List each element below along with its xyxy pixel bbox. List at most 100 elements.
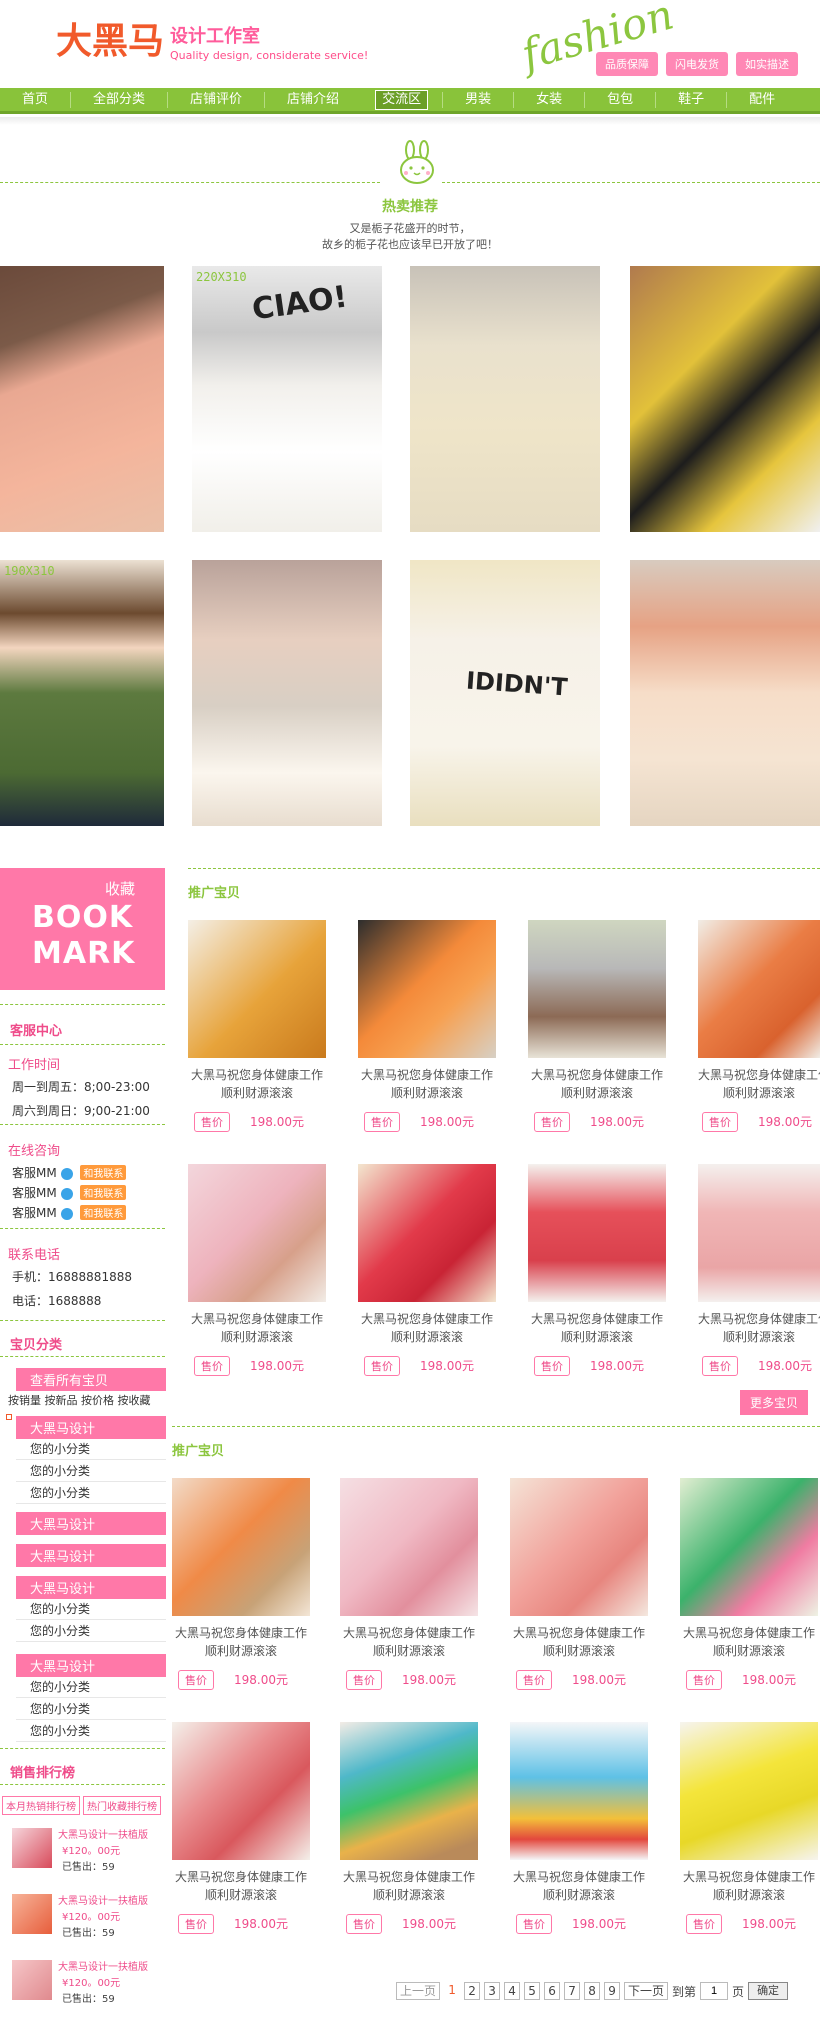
divider <box>0 1784 165 1785</box>
next-page-button[interactable]: 下一页 <box>624 1982 669 2000</box>
rabbit-icon <box>400 140 434 184</box>
product-image[interactable] <box>528 1164 666 1302</box>
service-title: 客服中心 <box>10 1024 63 1039</box>
bookmark-banner[interactable]: 收藏 BOOK MARK <box>0 868 165 990</box>
price-label: 售价 <box>364 1112 400 1132</box>
rank-item[interactable]: 大黑马设计一扶植版 ¥120。00元 已售出：59 <box>8 1892 168 1948</box>
section-title: 推广宝贝 <box>188 886 241 901</box>
more-items-button[interactable]: 更多宝贝 <box>740 1390 809 1415</box>
contact-button[interactable]: 和我联系 <box>80 1205 127 1220</box>
price-value: 198.00元 <box>250 1115 304 1129</box>
nav-about[interactable]: 店铺介绍 <box>265 92 361 108</box>
page-1[interactable]: 1 <box>444 1982 461 2000</box>
nav-reviews[interactable]: 店铺评价 <box>168 91 266 108</box>
page-9[interactable]: 9 <box>604 1982 621 2000</box>
sub-category[interactable]: 您的小分类 <box>16 1720 166 1742</box>
hot-photo[interactable] <box>630 266 820 532</box>
product-image[interactable] <box>340 1722 478 1860</box>
page-number-input[interactable] <box>700 1982 729 2000</box>
product-desc: 大黑马祝您身体健康工作 顺利财源滚滚 <box>174 1870 307 1902</box>
hot-photo[interactable] <box>410 266 600 532</box>
page-3[interactable]: 3 <box>484 1982 501 2000</box>
product-image[interactable] <box>510 1478 648 1616</box>
nav-accessories[interactable]: 配件 <box>727 92 797 108</box>
prev-page-button[interactable]: 上一页 <box>396 1982 441 2000</box>
page-5[interactable]: 5 <box>524 1982 541 2000</box>
category-button[interactable]: 大黑马设计 <box>16 1654 166 1677</box>
product-image[interactable] <box>172 1478 310 1616</box>
contact-button[interactable]: 和我联系 <box>80 1185 127 1200</box>
sub-category[interactable]: 您的小分类 <box>16 1460 166 1482</box>
product-image[interactable] <box>340 1478 478 1616</box>
shop-logo[interactable]: 大黑马 设计工作室 Quality design, considerate se… <box>56 24 368 63</box>
divider <box>0 1124 165 1125</box>
go-button[interactable]: 确定 <box>748 1982 789 2000</box>
page-2[interactable]: 2 <box>464 1982 481 2000</box>
price-label: 售价 <box>178 1670 214 1690</box>
badge-accurate[interactable]: 如实描述 <box>736 52 798 76</box>
page-4[interactable]: 4 <box>504 1982 521 2000</box>
sub-category[interactable]: 您的小分类 <box>16 1620 166 1642</box>
sub-category[interactable]: 您的小分类 <box>16 1676 166 1698</box>
page-8[interactable]: 8 <box>584 1982 601 2000</box>
rank-tab-favorites[interactable]: 热门收藏排行榜 <box>83 1796 161 1815</box>
product-image[interactable] <box>528 920 666 1058</box>
nav-men[interactable]: 男装 <box>442 91 515 108</box>
cs-row: 客服MM 和我联系 <box>12 1204 127 1221</box>
pagination: 上一页 1 2 3 4 5 6 7 8 9 下一页 到第 页 确定 <box>396 1982 789 2000</box>
rank-item[interactable]: 大黑马设计一扶植版 ¥120。00元 已售出：59 <box>8 1958 168 2014</box>
category-button[interactable]: 大黑马设计 <box>16 1416 166 1439</box>
product-image[interactable] <box>680 1478 818 1616</box>
page-7[interactable]: 7 <box>564 1982 581 2000</box>
product-image[interactable] <box>188 1164 326 1302</box>
hot-photo[interactable]: 190X310 <box>0 560 164 826</box>
hot-photo[interactable]: IDIDN'T <box>410 560 600 826</box>
bookmark-small-text: 收藏 <box>104 880 135 898</box>
nav-bags[interactable]: 包包 <box>585 91 657 108</box>
rank-item[interactable]: 大黑马设计一扶植版 ¥120。00元 已售出：59 <box>8 1826 168 1882</box>
all-items-button[interactable]: 查看所有宝贝 <box>16 1368 166 1391</box>
hot-photo[interactable] <box>192 560 382 826</box>
hot-subtitle-1: 又是栀子花盛开的时节， <box>349 222 471 235</box>
product-image[interactable] <box>358 1164 496 1302</box>
sort-links[interactable]: 按销量 按新品 按价格 按收藏 <box>8 1392 151 1408</box>
hot-photo[interactable] <box>0 266 164 532</box>
sub-category[interactable]: 您的小分类 <box>16 1438 166 1460</box>
product-image[interactable] <box>680 1722 818 1860</box>
divider <box>0 1004 165 1005</box>
sub-category[interactable]: 您的小分类 <box>16 1598 166 1620</box>
badge-fast-shipping[interactable]: 闪电发货 <box>666 52 728 76</box>
product-image[interactable] <box>510 1722 648 1860</box>
divider <box>0 1044 165 1045</box>
category-button[interactable]: 大黑马设计 <box>16 1576 166 1599</box>
price-label: 售价 <box>516 1670 552 1690</box>
hot-photo[interactable]: 220X310 CIAO! <box>192 266 382 532</box>
rank-tab-monthly[interactable]: 本月热销排行榜 <box>2 1796 80 1815</box>
divider <box>0 1356 165 1357</box>
hot-photo[interactable] <box>630 560 820 826</box>
sub-category[interactable]: 您的小分类 <box>16 1698 166 1720</box>
nav-all-categories[interactable]: 全部分类 <box>71 91 169 108</box>
nav-shoes[interactable]: 鞋子 <box>656 91 728 108</box>
price-value: 198.00元 <box>420 1359 474 1373</box>
nav-forum[interactable]: 交流区 <box>375 89 429 110</box>
product-desc: 大黑马祝您身体健康工作 顺利财源滚滚 <box>190 1312 323 1344</box>
contact-button[interactable]: 和我联系 <box>80 1165 127 1180</box>
product-image[interactable] <box>188 920 326 1058</box>
divider <box>0 1748 165 1749</box>
sub-category[interactable]: 您的小分类 <box>16 1482 166 1504</box>
product-image[interactable] <box>698 920 820 1058</box>
product-image[interactable] <box>358 920 496 1058</box>
product-image[interactable] <box>172 1722 310 1860</box>
page-6[interactable]: 6 <box>544 1982 561 2000</box>
category-button[interactable]: 大黑马设计 <box>16 1544 166 1567</box>
product-desc: 大黑马祝您身体健康工作 顺利财源滚滚 <box>342 1626 475 1658</box>
nav-women[interactable]: 女装 <box>514 91 586 108</box>
price-label: 售价 <box>346 1914 382 1934</box>
nav-home[interactable]: 首页 <box>0 91 72 108</box>
badge-quality[interactable]: 品质保障 <box>596 52 658 76</box>
price-label: 售价 <box>194 1112 230 1132</box>
category-button[interactable]: 大黑马设计 <box>16 1512 166 1535</box>
product-image[interactable] <box>698 1164 820 1302</box>
bullet-icon <box>6 1414 12 1420</box>
